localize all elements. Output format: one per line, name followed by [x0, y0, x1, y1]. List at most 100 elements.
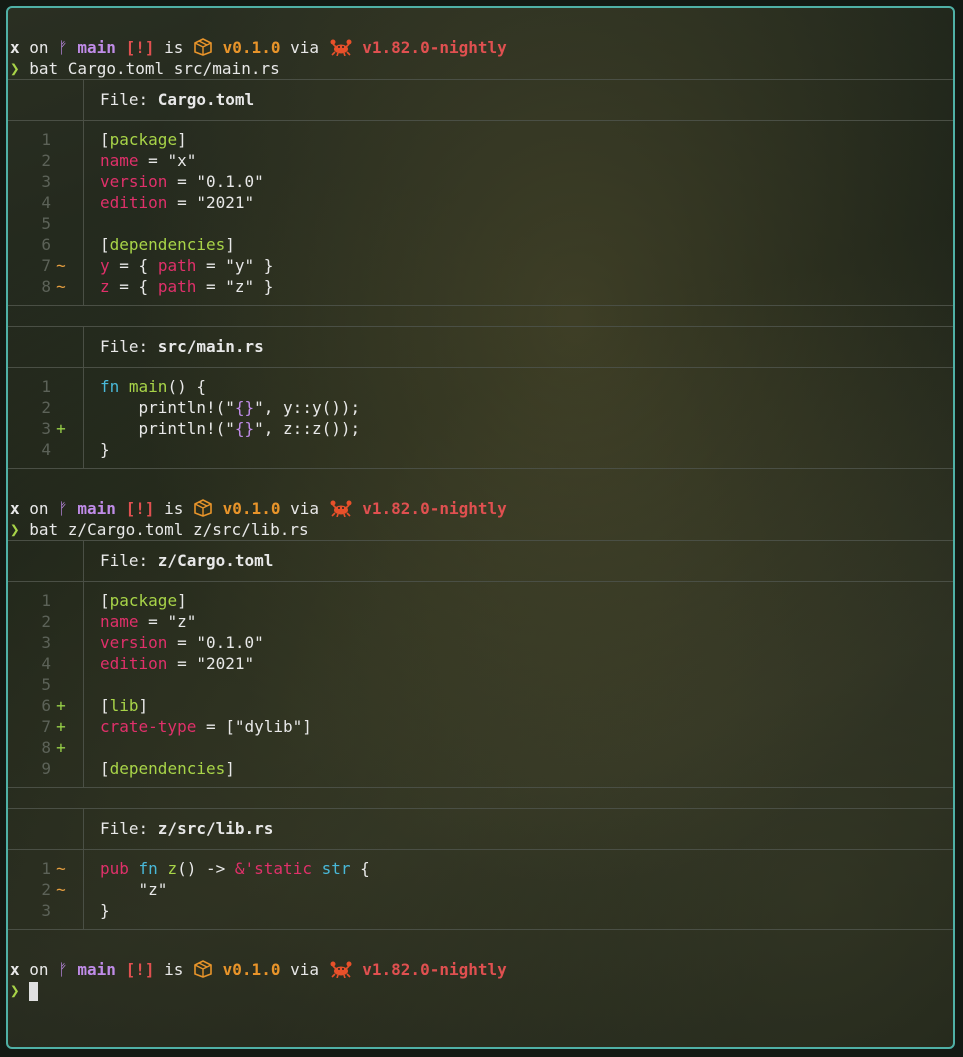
code-line: 6 [dependencies] [8, 234, 953, 255]
line-number: 6 [41, 235, 51, 254]
prompt-git-status: [!] [125, 960, 155, 979]
git-branch-icon: ᚠ [58, 960, 78, 979]
file-label: File: [100, 90, 158, 109]
file-header-text: File: Cargo.toml [84, 80, 254, 120]
line-number: 2 [41, 151, 51, 170]
code-token: "z" [100, 880, 168, 899]
line-gutter: 2 ~ [8, 879, 84, 900]
git-marker [51, 234, 71, 255]
shell-prompt: x on ᚠ main [!] is v0.1.0 via v1.82.0-ni… [8, 37, 953, 58]
prompt-git-status: [!] [125, 499, 155, 518]
line-number: 3 [41, 901, 51, 920]
code-line: 7 + crate-type = ["dylib"] [8, 716, 953, 737]
line-number: 2 [41, 612, 51, 631]
code-content: "z" [84, 879, 168, 900]
file-header: File: src/main.rs [8, 327, 953, 367]
line-number: 7 [41, 256, 51, 275]
line-gutter: 1 [8, 376, 84, 397]
line-gutter: 3 [8, 632, 84, 653]
code-content: [dependencies] [84, 234, 235, 255]
prompt-text: on [19, 960, 59, 979]
git-marker [51, 213, 71, 234]
prompt-package-version: v0.1.0 [222, 38, 281, 57]
code-line: 7 ~ y = { path = "y" } [8, 255, 953, 276]
git-marker [51, 192, 71, 213]
code-token: version [100, 172, 168, 191]
file-header: File: z/src/lib.rs [8, 809, 953, 849]
command-text: bat Cargo.toml src/main.rs [29, 59, 280, 78]
text-segment [353, 499, 363, 518]
code-token: pub [100, 859, 129, 878]
code-token: = [196, 277, 226, 296]
code-token: = [138, 612, 168, 631]
line-number: 3 [41, 172, 51, 191]
code-token: = [196, 256, 226, 275]
prompt-caret-icon: ❯ [10, 981, 30, 1000]
terminal-window[interactable]: x on ᚠ main [!] is v0.1.0 via v1.82.0-ni… [6, 6, 955, 1049]
padding [8, 368, 953, 376]
line-number: 5 [41, 675, 51, 694]
code-token: () { [167, 377, 206, 396]
modified-marker: ~ [56, 880, 66, 899]
line-number: 4 [41, 440, 51, 459]
prompt-text: is [154, 499, 194, 518]
line-gutter [8, 921, 84, 929]
code-content [84, 737, 100, 758]
code-token: = [167, 172, 197, 191]
file-header-text: File: src/main.rs [84, 327, 264, 367]
prompt-text: via [280, 960, 329, 979]
text-segment [213, 499, 223, 518]
text-cursor [29, 982, 39, 1001]
bat-file-block: File: z/Cargo.toml 1 [package] 2 name = "z… [8, 540, 953, 788]
code-token: [ [100, 130, 110, 149]
prompt-text: on [19, 499, 59, 518]
code-token: "z" [167, 612, 197, 631]
prompt-directory: x [10, 499, 20, 518]
text-segment [213, 960, 223, 979]
code-token: , z::z()); [263, 419, 361, 438]
prompt-package-version: v0.1.0 [222, 960, 281, 979]
code-token: "0.1.0" [196, 633, 264, 652]
command-line[interactable]: ❯ [8, 980, 953, 1001]
file-name: src/main.rs [157, 337, 264, 356]
code-token: "2021" [196, 193, 255, 212]
line-gutter: 1 [8, 129, 84, 150]
line-gutter: 8 + [8, 737, 84, 758]
file-header: File: Cargo.toml [8, 80, 953, 120]
prompt-directory: x [10, 960, 20, 979]
code-line: 6 + [lib] [8, 695, 953, 716]
git-marker [51, 439, 71, 460]
bat-file-block: File: src/main.rs 1 fn main() {2 println!… [8, 326, 953, 469]
code-token: "0.1.0" [196, 172, 264, 191]
line-gutter: 7 ~ [8, 255, 84, 276]
padding [8, 921, 953, 929]
shell-prompt: x on ᚠ main [!] is v0.1.0 via v1.82.0-ni… [8, 498, 953, 519]
blank-space [8, 469, 953, 498]
code-content: version = "0.1.0" [84, 632, 264, 653]
code-token: = [167, 654, 197, 673]
git-marker [51, 653, 71, 674]
code-token: [ [100, 759, 110, 778]
code-line: 3 version = "0.1.0" [8, 171, 953, 192]
code-token: ] [138, 696, 149, 715]
blank-space [8, 8, 953, 37]
line-gutter: 2 [8, 397, 84, 418]
line-gutter: 4 [8, 439, 84, 460]
code-token: " [225, 419, 235, 438]
line-number: 8 [41, 738, 51, 757]
code-token: path [157, 277, 197, 296]
text-segment [213, 38, 223, 57]
code-token: " [254, 398, 264, 417]
file-name: z/Cargo.toml [157, 551, 274, 570]
command-line: ❯ bat Cargo.toml src/main.rs [8, 58, 953, 79]
code-line: 2 name = "z" [8, 611, 953, 632]
line-number: 3 [41, 633, 51, 652]
code-token: = [138, 151, 168, 170]
line-number: 9 [41, 759, 51, 778]
line-gutter [8, 779, 84, 787]
file-name: z/src/lib.rs [157, 819, 274, 838]
code-token: package [109, 591, 178, 610]
padding [8, 850, 953, 858]
